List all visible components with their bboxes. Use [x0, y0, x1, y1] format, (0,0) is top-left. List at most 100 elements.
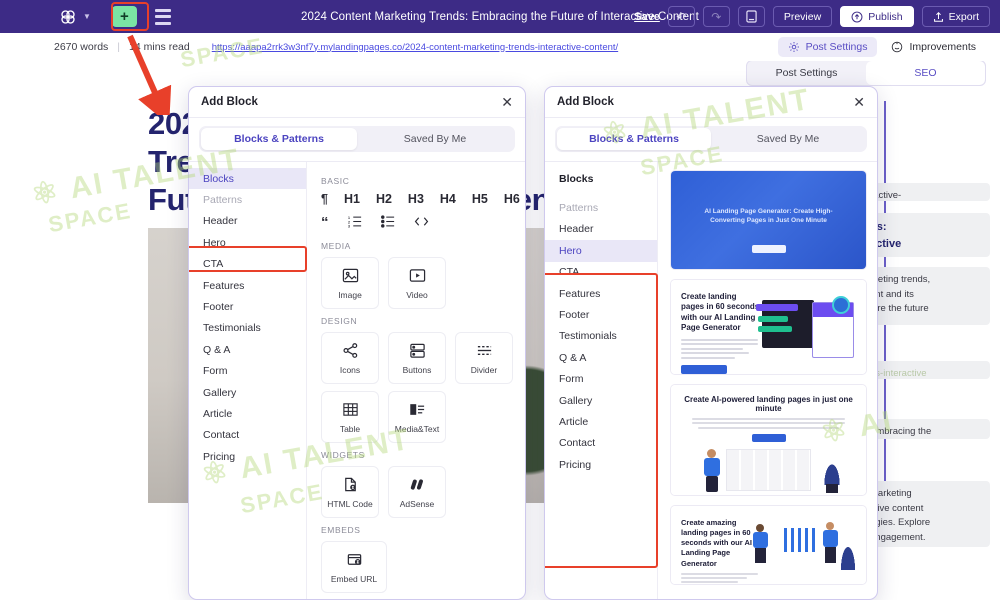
pattern-cta-button [681, 364, 727, 374]
tile-html-code[interactable]: HTML Code [321, 466, 379, 518]
h5-button[interactable]: H5 [472, 192, 488, 206]
preview-button[interactable]: Preview [772, 6, 833, 27]
h6-button[interactable]: H6 [504, 192, 520, 206]
tile-label: Image [338, 290, 362, 300]
tile-icons[interactable]: Icons [321, 332, 379, 384]
unordered-list-icon[interactable] [380, 214, 395, 231]
pattern-card-4[interactable]: Create amazing landing pages in 60 secon… [670, 505, 867, 585]
tablet-icon[interactable] [737, 6, 765, 27]
tile-adsense[interactable]: AdSense [388, 466, 446, 518]
app-logo[interactable]: ▼ [58, 7, 91, 27]
code-icon[interactable] [414, 215, 429, 231]
top-toolbar: ▼ + 2024 Content Marketing Trends: Embra… [0, 0, 1000, 33]
sidebar-item-pricing[interactable]: Pricing [545, 454, 657, 475]
sidebar-item-header[interactable]: Header [189, 211, 306, 232]
tile-label: Table [339, 424, 361, 434]
pattern-preview-list[interactable]: AI Landing Page Generator: Create High-C… [658, 162, 877, 599]
sidebar-item-contact[interactable]: Contact [189, 425, 306, 446]
add-block-button[interactable]: + [111, 6, 137, 27]
app-root: 2024 Content Marketing Trends: Embracing… [0, 0, 1000, 600]
sidebar-item-header[interactable]: Header [545, 219, 657, 240]
sidebar-item-gallery[interactable]: Gallery [189, 382, 306, 403]
improvements-button[interactable]: Improvements [881, 37, 986, 57]
h4-button[interactable]: H4 [440, 192, 456, 206]
layers-icon[interactable] [154, 8, 171, 25]
sidebar-item-testimonials[interactable]: Testimonials [189, 318, 306, 339]
undo-icon[interactable]: ↶ [667, 6, 695, 27]
sidebar-item-qa[interactable]: Q & A [189, 339, 306, 360]
sidebar-item-hero[interactable]: Hero [545, 240, 657, 262]
tab-saved-by-me[interactable]: Saved By Me [711, 128, 865, 150]
pattern-card-1[interactable]: AI Landing Page Generator: Create High-C… [670, 170, 867, 270]
tab-saved-by-me[interactable]: Saved By Me [357, 128, 513, 150]
export-button[interactable]: Export [921, 6, 990, 27]
tile-divider[interactable]: Divider [455, 332, 513, 384]
sidebar-item-patterns[interactable]: Patterns [189, 189, 306, 210]
ordered-list-icon[interactable]: 1 2 3 [348, 215, 362, 231]
sidebar-item-patterns[interactable]: Patterns [545, 197, 657, 218]
page-url-link[interactable]: https://aaapa2rrk3w3nf7y.mylandingpages.… [212, 42, 618, 53]
tile-image[interactable]: Image [321, 257, 379, 309]
tab-blocks-patterns[interactable]: Blocks & Patterns [557, 128, 711, 150]
post-settings-label: Post Settings [805, 41, 868, 53]
sidebar-item-footer[interactable]: Footer [545, 304, 657, 325]
sidebar-item-article[interactable]: Article [189, 403, 306, 424]
category-sidebar: Blocks Patterns Header Hero CTA Features… [545, 162, 658, 599]
sidebar-item-cta[interactable]: CTA [189, 254, 306, 275]
pattern-card-3[interactable]: Create AI-powered landing pages in just … [670, 384, 867, 496]
sidebar-item-testimonials[interactable]: Testimonials [545, 326, 657, 347]
sidebar-item-features[interactable]: Features [545, 283, 657, 304]
post-settings-button[interactable]: Post Settings [777, 37, 878, 57]
sidebar-item-qa[interactable]: Q & A [545, 347, 657, 368]
redo-icon[interactable]: ↷ [702, 6, 730, 27]
gear-icon [788, 42, 799, 52]
h2-button[interactable]: H2 [376, 192, 392, 206]
paragraph-icon[interactable]: ¶ [321, 192, 328, 206]
tab-blocks-patterns[interactable]: Blocks & Patterns [201, 128, 357, 150]
read-time: 14 mins read [129, 41, 190, 53]
sidebar-item-form[interactable]: Form [545, 369, 657, 390]
pattern-title: Create landing pages in 60 seconds with … [681, 292, 760, 333]
tile-label: Icons [339, 365, 361, 375]
tile-buttons[interactable]: Buttons [388, 332, 446, 384]
close-icon[interactable]: ✕ [501, 95, 513, 109]
basic-row-headings: ¶ H1 H2 H3 H4 H5 H6 [321, 192, 520, 206]
svg-text:2: 2 [348, 220, 350, 224]
meta-toolbar: 2670 words | 14 mins read https://aaapa2… [0, 33, 1000, 61]
tile-label: Video [406, 290, 428, 300]
sidebar-item-contact[interactable]: Contact [545, 433, 657, 454]
rail-text-block-1: ractive- [862, 183, 990, 201]
sidebar-item-cta[interactable]: CTA [545, 262, 657, 283]
tile-video[interactable]: Video [388, 257, 446, 309]
sidebar-item-footer[interactable]: Footer [189, 296, 306, 317]
save-button[interactable]: Save [634, 11, 660, 23]
pattern-body-lines [691, 418, 846, 429]
h3-button[interactable]: H3 [408, 192, 424, 206]
design-tiles-row-2: Table Media&Text [321, 391, 513, 443]
html-file-icon [342, 475, 359, 493]
pattern-thumb-split: Create landing pages in 60 seconds with … [671, 280, 866, 374]
h1-button[interactable]: H1 [344, 192, 360, 206]
tile-media-text[interactable]: Media&Text [388, 391, 446, 443]
sidebar-item-features[interactable]: Features [189, 275, 306, 296]
sidebar-item-gallery[interactable]: Gallery [545, 390, 657, 411]
sidebar-item-blocks[interactable]: Blocks [545, 168, 657, 189]
tile-table[interactable]: Table [321, 391, 379, 443]
sidebar-item-pricing[interactable]: Pricing [189, 446, 306, 467]
rail-tabs[interactable]: Post Settings SEO [746, 60, 986, 86]
export-label: Export [948, 10, 979, 23]
sidebar-item-blocks[interactable]: Blocks [189, 168, 306, 190]
sidebar-item-form[interactable]: Form [189, 361, 306, 382]
pattern-thumb-centered: Create AI-powered landing pages in just … [671, 385, 866, 495]
publish-button[interactable]: Publish [840, 6, 914, 27]
cloud-upload-icon [851, 11, 863, 22]
quote-icon[interactable]: “ [321, 214, 329, 231]
rail-tab-post-settings[interactable]: Post Settings [747, 61, 866, 85]
rail-tab-seo[interactable]: SEO [866, 61, 985, 85]
pattern-card-2[interactable]: Create landing pages in 60 seconds with … [670, 279, 867, 375]
add-block-dialog-2: Add Block ✕ Blocks & Patterns Saved By M… [544, 86, 878, 600]
sidebar-item-article[interactable]: Article [545, 411, 657, 432]
sidebar-item-hero[interactable]: Hero [189, 232, 306, 253]
close-icon[interactable]: ✕ [853, 95, 865, 109]
tile-embed-url[interactable]: Embed URL [321, 541, 387, 593]
